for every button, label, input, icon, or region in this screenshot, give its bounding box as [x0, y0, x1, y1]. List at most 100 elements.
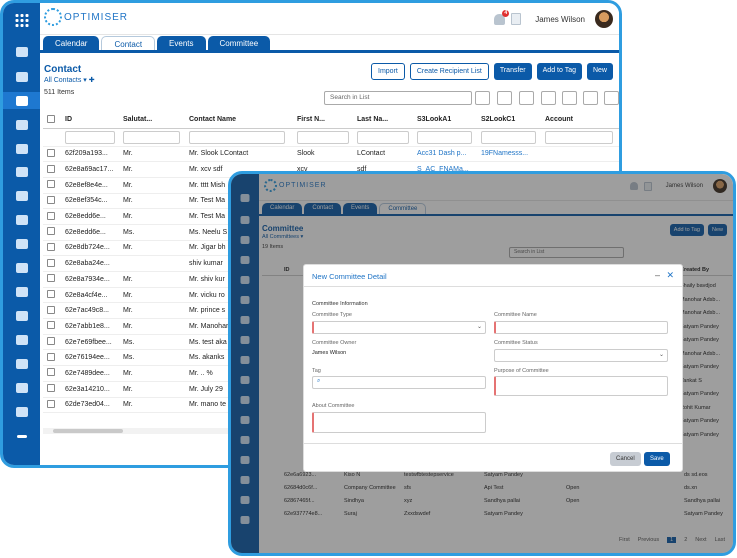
row-checkbox[interactable]: [47, 242, 55, 251]
col-last-name[interactable]: Last Na...: [353, 112, 413, 129]
group-icon[interactable]: [15, 335, 28, 345]
table-cell[interactable]: 19FNamesss...: [477, 146, 541, 163]
row-checkbox[interactable]: [47, 180, 55, 189]
calendar-check-icon[interactable]: [15, 287, 28, 297]
col-id[interactable]: ID: [61, 112, 119, 129]
row-checkbox[interactable]: [47, 321, 55, 330]
committee-name-input[interactable]: [494, 321, 668, 334]
edit-icon[interactable]: [541, 91, 556, 105]
document-icon[interactable]: [15, 215, 28, 225]
committee-status-select[interactable]: ⌄: [494, 349, 668, 362]
filter-icon[interactable]: [583, 91, 598, 105]
clipboard-icon[interactable]: [15, 383, 28, 393]
view-selector[interactable]: All Contacts ▾ ✚: [44, 76, 95, 84]
cancel-button[interactable]: Cancel: [610, 452, 641, 466]
committee-type-label: Committee Type: [312, 312, 352, 318]
row-checkbox[interactable]: [47, 274, 55, 283]
calendar-icon[interactable]: [15, 47, 28, 57]
side-rail: [3, 3, 40, 465]
mail-icon[interactable]: [15, 144, 28, 154]
col-contact-name[interactable]: Contact Name: [185, 112, 293, 129]
filter-dropdown[interactable]: [123, 130, 181, 144]
tag-input[interactable]: ⌕: [312, 376, 486, 389]
search-icon[interactable]: [475, 91, 490, 105]
refresh-icon[interactable]: [497, 91, 512, 105]
table-cell: 62e8edd6e...: [61, 224, 119, 241]
create-recipient-list-button[interactable]: Create Recipient List: [409, 63, 489, 80]
avatar[interactable]: [595, 10, 613, 28]
briefcase-icon[interactable]: [15, 72, 28, 82]
top-bar: OPTIMISER 4 James Wilson: [40, 3, 619, 35]
clipboard-icon[interactable]: [511, 13, 522, 25]
purpose-textarea[interactable]: [494, 376, 668, 396]
add-to-tag-button[interactable]: Add to Tag: [536, 63, 582, 80]
minimize-icon[interactable]: –: [655, 270, 660, 280]
new-button[interactable]: New: [586, 63, 613, 80]
filter-input[interactable]: [189, 130, 285, 144]
table-cell: Mr.: [119, 161, 185, 178]
col-salutation[interactable]: Salutat...: [119, 112, 185, 129]
row-checkbox[interactable]: [47, 290, 55, 299]
committee-type-select[interactable]: ⌄: [312, 321, 486, 334]
home-icon[interactable]: [15, 263, 28, 273]
contact-card-icon[interactable]: [15, 96, 28, 106]
gift-icon[interactable]: [15, 359, 28, 369]
row-checkbox[interactable]: [47, 384, 55, 393]
col-s2lookc1[interactable]: S2LookC1: [477, 112, 541, 129]
download-icon[interactable]: [604, 91, 619, 105]
col-s3looka1[interactable]: S3LookA1: [413, 112, 477, 129]
event-icon[interactable]: [15, 239, 28, 249]
table-row[interactable]: 62f209a193... Mr. Mr. Slook LContact Slook L…: [43, 146, 619, 163]
user-name[interactable]: James Wilson: [535, 15, 585, 24]
bell-icon[interactable]: 4: [494, 9, 510, 25]
row-checkbox[interactable]: [47, 258, 55, 267]
col-account[interactable]: Account: [541, 112, 619, 129]
table-cell: Mr.: [119, 271, 185, 288]
row-checkbox[interactable]: [47, 148, 55, 157]
table-cell: Ms.: [119, 349, 185, 367]
table-cell: 62e8a69ac17...: [61, 161, 119, 178]
row-checkbox[interactable]: [47, 368, 55, 377]
dashboard-icon[interactable]: [15, 407, 28, 417]
row-checkbox[interactable]: [47, 227, 55, 236]
about-textarea[interactable]: [312, 412, 486, 433]
row-checkbox[interactable]: [47, 164, 55, 173]
committee-owner-value[interactable]: James Wilson: [312, 350, 346, 356]
team-icon[interactable]: [15, 311, 28, 321]
filter-input[interactable]: [297, 130, 349, 144]
settings-icon[interactable]: [519, 91, 534, 105]
row-checkbox[interactable]: [47, 337, 55, 346]
select-all-cell[interactable]: [43, 112, 61, 129]
scroll-thumb[interactable]: [53, 429, 123, 433]
filter-input[interactable]: [357, 130, 409, 144]
row-checkbox[interactable]: [47, 211, 55, 220]
table-cell[interactable]: Acc31 Dash p...: [413, 146, 477, 163]
folder-icon[interactable]: [15, 191, 28, 201]
filter-input[interactable]: [417, 130, 473, 144]
filter-input[interactable]: [545, 130, 614, 144]
save-button[interactable]: Save: [644, 452, 670, 466]
col-first-name[interactable]: First N...: [293, 112, 353, 129]
table-cell: Mr.: [119, 146, 185, 163]
row-checkbox[interactable]: [47, 195, 55, 204]
image-icon[interactable]: [15, 167, 28, 177]
row-checkbox[interactable]: [47, 305, 55, 314]
close-icon[interactable]: ✕: [666, 270, 674, 281]
table-cell: Slook: [293, 146, 353, 163]
more-icon[interactable]: [16, 435, 27, 438]
select-all-checkbox[interactable]: [47, 114, 55, 123]
row-checkbox[interactable]: [47, 399, 55, 408]
import-button[interactable]: Import: [371, 63, 405, 80]
app-grid-icon[interactable]: [15, 14, 28, 27]
pin-icon[interactable]: ✚: [89, 77, 95, 84]
table-cell: Ms.: [119, 334, 185, 351]
delete-icon[interactable]: [562, 91, 577, 105]
row-checkbox[interactable]: [47, 352, 55, 361]
filter-input[interactable]: [481, 130, 537, 144]
handshake-icon[interactable]: [15, 120, 28, 130]
table-cell: 62e8ef354c...: [61, 193, 119, 210]
filter-input[interactable]: [65, 130, 115, 144]
search-input[interactable]: Search in List: [324, 91, 472, 105]
transfer-button[interactable]: Transfer: [493, 63, 532, 80]
table-cell: Mr.: [119, 287, 185, 304]
